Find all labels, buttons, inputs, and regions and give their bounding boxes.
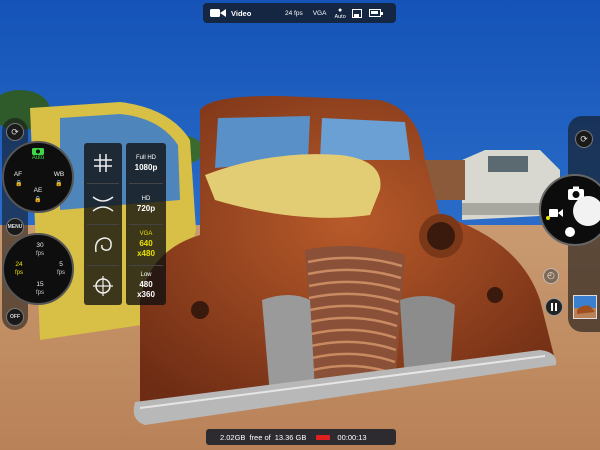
free-of-label: free of bbox=[249, 432, 271, 442]
resolution-name: HD bbox=[141, 196, 151, 202]
divider bbox=[129, 224, 163, 225]
resolution-name: Full HD bbox=[135, 155, 156, 161]
wb-lock-icon: 🔒 bbox=[55, 181, 63, 187]
white-balance-icon: ● bbox=[338, 6, 343, 14]
shutter-button[interactable] bbox=[573, 196, 600, 226]
video-camera-icon bbox=[210, 9, 226, 17]
resolution-option-hd[interactable]: HD 720p bbox=[126, 194, 166, 214]
resolution-readout: VGA bbox=[312, 9, 327, 17]
af-label[interactable]: AF bbox=[10, 171, 26, 178]
grid-overlay-options bbox=[84, 143, 122, 305]
storage-icon bbox=[351, 8, 362, 18]
auto-label: Auto bbox=[31, 155, 45, 161]
recording-timer: 00:00:13 bbox=[337, 432, 367, 442]
gallery-thumbnail[interactable] bbox=[573, 295, 597, 319]
top-status-bar: Video 24 fps VGA ● Auto bbox=[203, 3, 396, 23]
timer-icon: ◴ bbox=[547, 270, 555, 280]
resolution-name: VGA bbox=[139, 231, 153, 237]
selected-mode-dot bbox=[546, 216, 550, 220]
rotate-icon: ⟳ bbox=[11, 126, 19, 137]
resolution-value: x360 bbox=[137, 290, 155, 299]
timer-button[interactable]: ◴ bbox=[543, 268, 559, 284]
total-space-value: 13.36 GB bbox=[274, 432, 307, 442]
switch-camera-button[interactable]: ⟳ bbox=[575, 130, 593, 148]
off-button[interactable]: OFF bbox=[6, 308, 24, 326]
rotate-camera-button[interactable]: ⟳ bbox=[6, 123, 24, 141]
resolution-value: 480 bbox=[139, 280, 153, 289]
burst-mode-icon[interactable] bbox=[563, 226, 577, 238]
bottom-status-bar: 2.02GB free of 13.36 GB 00:00:13 bbox=[206, 429, 396, 445]
free-space-value: 2.02GB bbox=[220, 432, 246, 442]
fps-5-unit: fps bbox=[56, 270, 65, 276]
af-lock-icon: 🔒 bbox=[15, 181, 23, 187]
fps-5-value: 5 bbox=[59, 261, 63, 268]
diagonal-option[interactable] bbox=[84, 184, 122, 224]
capture-mode-label: Video bbox=[231, 8, 252, 18]
fps-30-unit: fps bbox=[35, 251, 44, 257]
grid-icon bbox=[94, 154, 112, 172]
video-mode-icon[interactable] bbox=[549, 208, 563, 218]
pause-icon bbox=[551, 303, 557, 311]
auto-camera-icon bbox=[32, 148, 44, 155]
resolution-value: 1080p bbox=[134, 163, 158, 172]
ae-label[interactable]: AE bbox=[30, 187, 46, 194]
divider bbox=[129, 183, 163, 184]
ae-lock-icon: 🔒 bbox=[34, 197, 42, 203]
menu-button[interactable]: MENU bbox=[6, 218, 24, 236]
wb-label[interactable]: WB bbox=[51, 171, 67, 178]
fps-24-unit: fps bbox=[14, 270, 23, 276]
resolution-option-full-hd[interactable]: Full HD 1080p bbox=[126, 153, 166, 173]
exposure-focus-dial[interactable]: Auto AF 🔒 WB 🔒 AE 🔒 bbox=[2, 141, 74, 213]
cross-lines-icon bbox=[92, 196, 114, 212]
resolution-option-vga[interactable]: VGA 640 x480 bbox=[126, 229, 166, 259]
fps-readout: 24 fps bbox=[285, 9, 303, 17]
crosshair-icon bbox=[93, 276, 113, 296]
resolution-option-low[interactable]: Low 480 x360 bbox=[126, 270, 166, 300]
off-label: OFF bbox=[10, 314, 20, 320]
fps-30-value: 30 bbox=[36, 242, 44, 249]
fps-option-15[interactable]: 15 fps bbox=[30, 281, 50, 297]
rotate-icon: ⟳ bbox=[580, 133, 588, 144]
menu-label: MENU bbox=[7, 224, 23, 230]
white-balance-indicator: ● Auto bbox=[334, 7, 345, 20]
fps-option-5[interactable]: 5 fps bbox=[52, 261, 70, 277]
battery-icon bbox=[368, 9, 383, 17]
resolution-value: 640 bbox=[139, 239, 153, 248]
fps-option-30[interactable]: 30 fps bbox=[30, 242, 50, 258]
last-photo-thumbnail bbox=[574, 296, 596, 318]
resolution-options: Full HD 1080p HD 720p VGA 640 x480 Low 4… bbox=[126, 143, 166, 305]
fps-15-unit: fps bbox=[35, 290, 44, 296]
fps-dial[interactable]: 30 fps 24 fps 5 fps 15 fps bbox=[2, 233, 74, 305]
divider bbox=[129, 265, 163, 266]
white-balance-label: Auto bbox=[334, 13, 346, 20]
fps-15-value: 15 bbox=[36, 281, 44, 288]
grid-option[interactable] bbox=[84, 143, 122, 183]
spiral-icon bbox=[94, 237, 112, 253]
fps-option-24[interactable]: 24 fps bbox=[10, 261, 28, 277]
fps-24-value: 24 bbox=[15, 261, 23, 268]
resolution-value: 720p bbox=[136, 204, 156, 213]
resolution-name: Low bbox=[140, 272, 152, 278]
resolution-value: x480 bbox=[137, 249, 155, 258]
crosshair-option[interactable] bbox=[84, 266, 122, 306]
pause-button[interactable] bbox=[545, 298, 563, 316]
golden-spiral-option[interactable] bbox=[84, 225, 122, 265]
recording-indicator bbox=[316, 434, 331, 440]
